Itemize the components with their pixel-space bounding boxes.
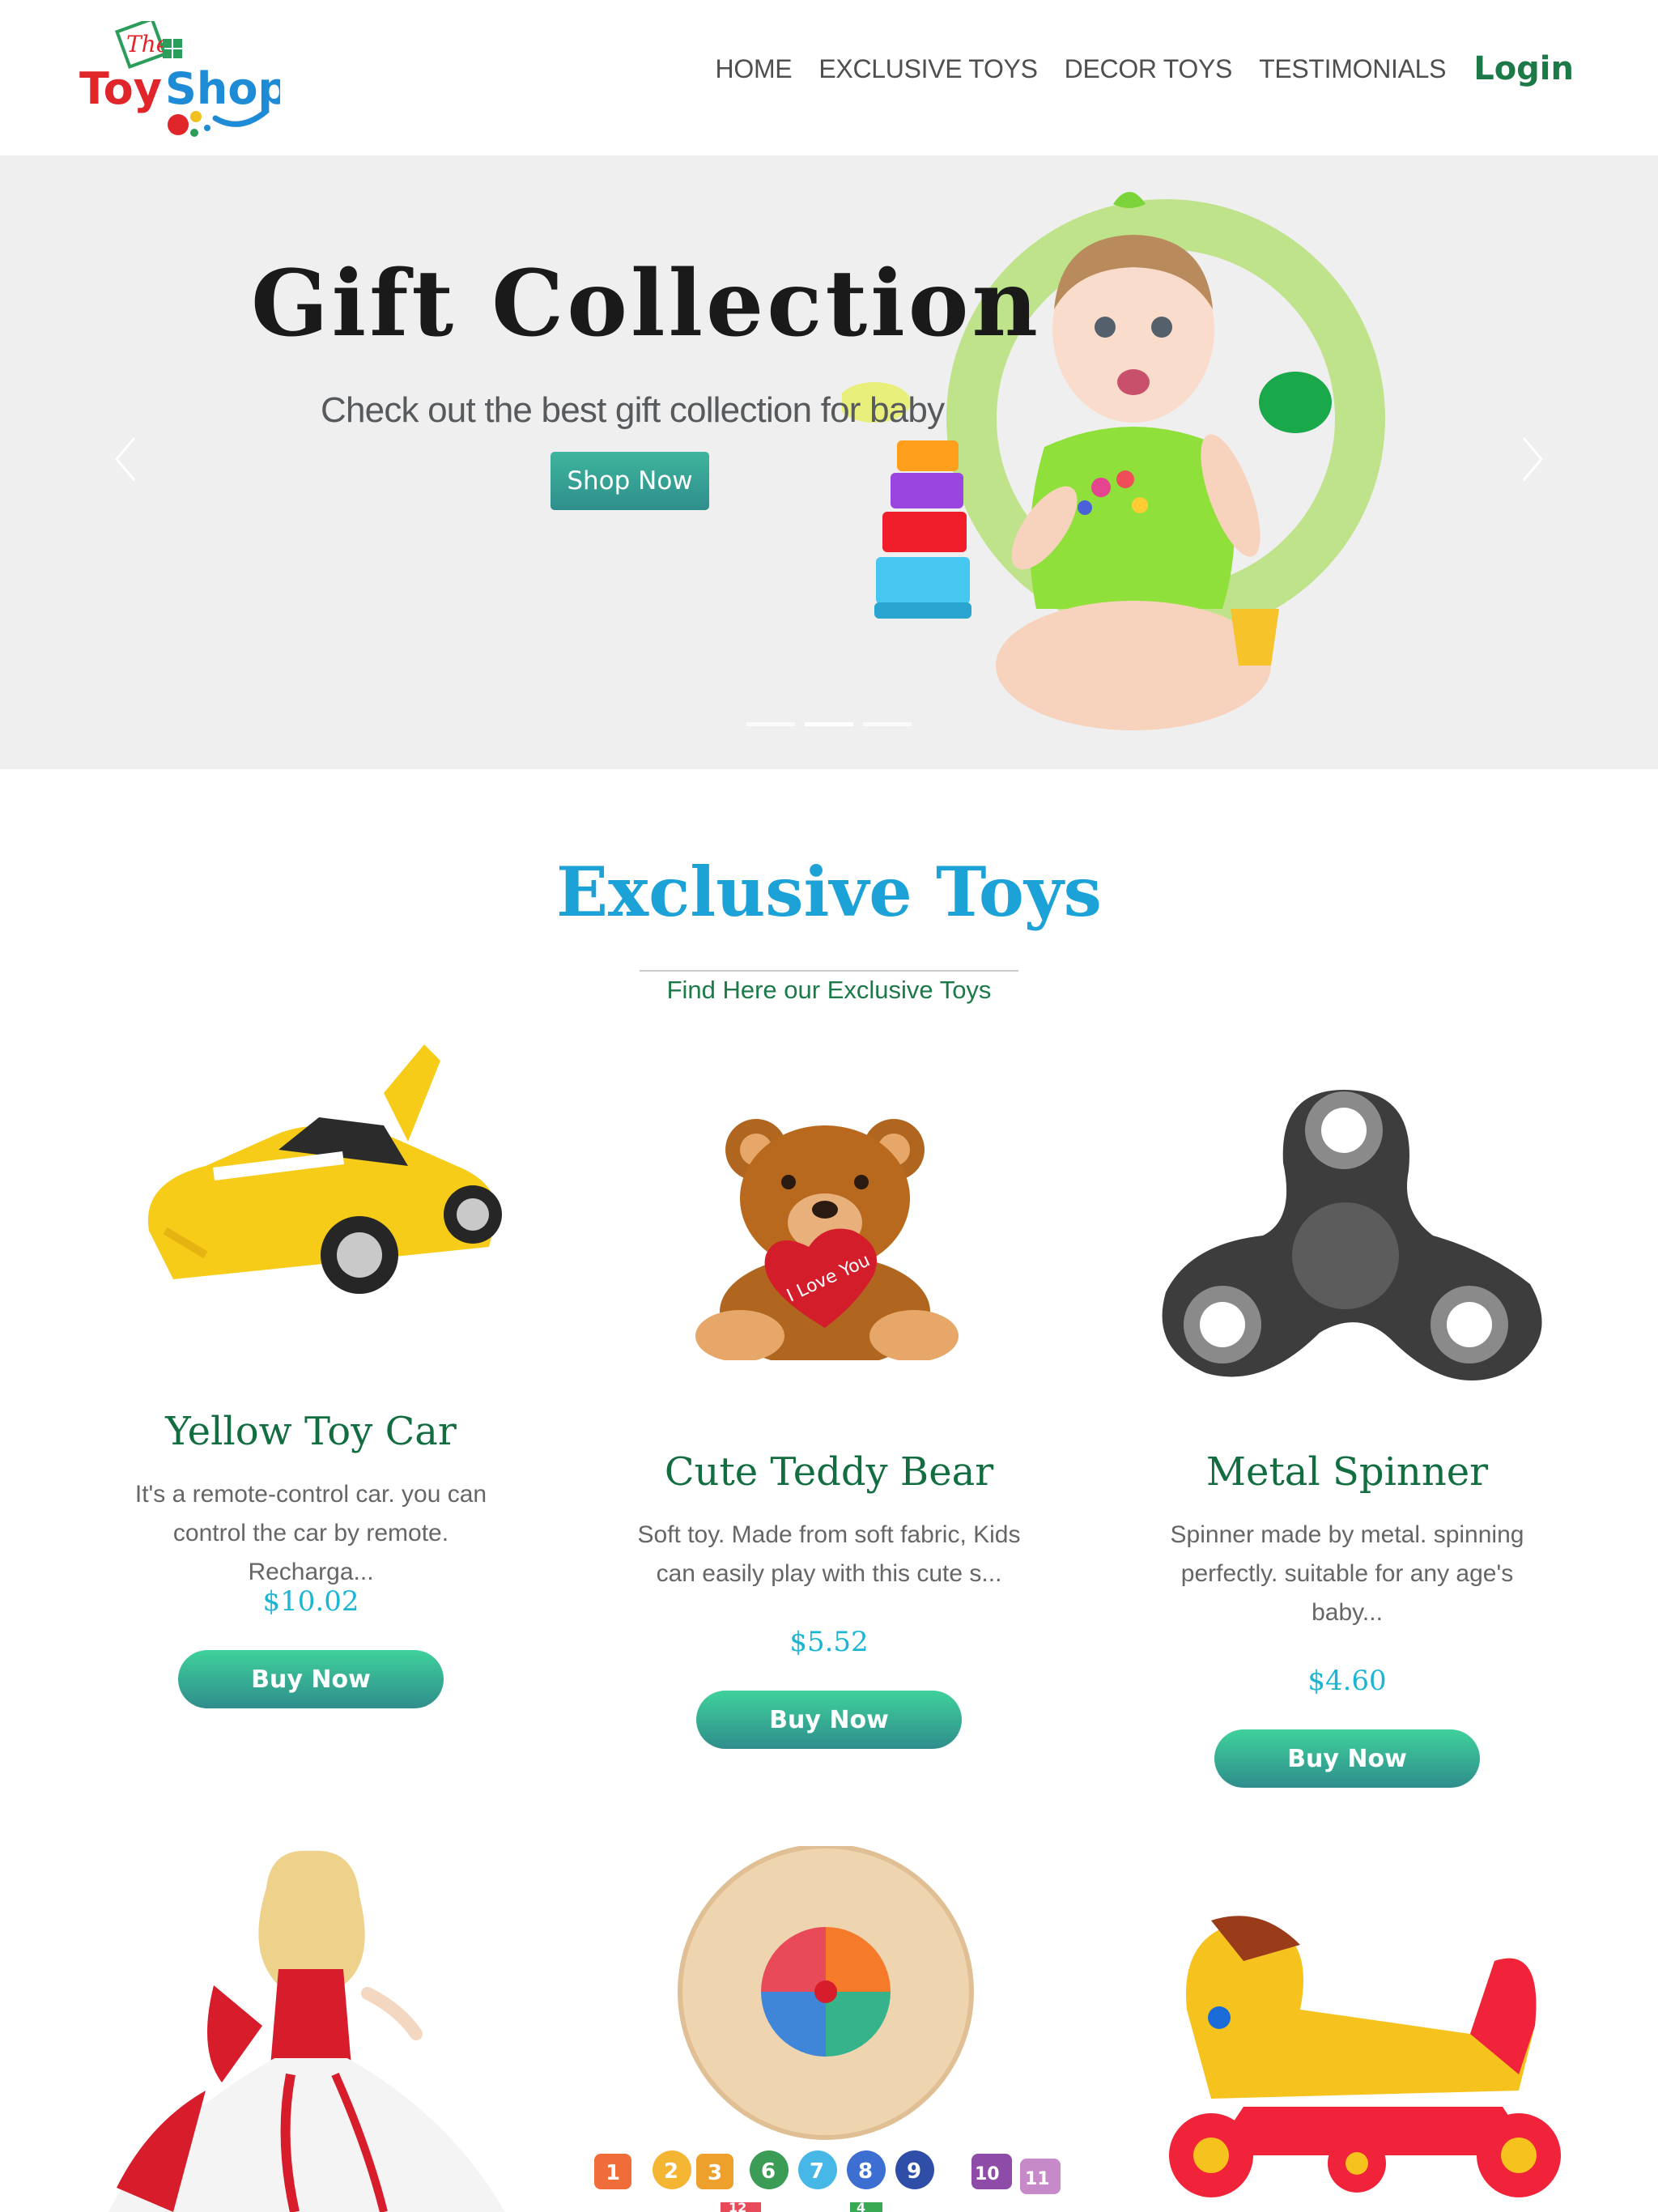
svg-text:1: 1: [606, 2161, 620, 2185]
carousel-indicators: [746, 722, 921, 726]
nav-decor-toys[interactable]: DECOR TOYS: [1065, 54, 1233, 84]
product-description-line: control the car by remote. Recharga...: [172, 1520, 449, 1585]
nav-testimonials[interactable]: TESTIMONIALS: [1259, 54, 1446, 84]
product-name[interactable]: Metal Spinner: [1088, 1449, 1606, 1495]
svg-text:3: 3: [708, 2161, 722, 2185]
product-description: Soft toy. Made from soft fabric, Kids ca…: [635, 1516, 1023, 1593]
hero-subtitle: Check out the best gift collection for b…: [321, 390, 945, 430]
section-title: Exclusive Toys: [556, 852, 1102, 932]
shape-clock-toy-image[interactable]: 1 2 3 4 6 7 8 9 10 11 12: [583, 1846, 1069, 2212]
product-price: $5.52: [789, 1626, 869, 1658]
logo-graphic: The Toy Shop: [79, 21, 280, 137]
product-description-line: Soft toy. Made from soft fabric, Kids: [637, 1521, 1021, 1548]
nav-home[interactable]: HOME: [716, 54, 793, 84]
metal-spinner-image[interactable]: [1141, 1074, 1554, 1397]
product-description-line: baby...: [1312, 1599, 1383, 1626]
svg-text:Toy: Toy: [79, 63, 162, 114]
svg-text:Shop: Shop: [165, 63, 280, 114]
product-description-line: perfectly. suitable for any age's: [1180, 1560, 1514, 1587]
shop-now-button[interactable]: Shop Now: [551, 452, 709, 510]
carousel-indicator-1[interactable]: [746, 722, 795, 726]
svg-text:11: 11: [1025, 2169, 1050, 2189]
product-description: It's a remote-control car. you can contr…: [117, 1475, 505, 1592]
section-divider: [640, 970, 1018, 972]
svg-text:8: 8: [858, 2159, 873, 2184]
svg-text:12: 12: [729, 2200, 746, 2212]
product-card: Metal Spinner Spinner made by metal. spi…: [1088, 1044, 1606, 1789]
product-price: $4.60: [1307, 1665, 1387, 1697]
product-description: Spinner made by metal. spinning perfectl…: [1153, 1516, 1541, 1632]
buy-now-button[interactable]: Buy Now: [178, 1650, 444, 1708]
section-subtitle: Find Here our Exclusive Toys: [666, 976, 992, 1004]
nav-exclusive-toys[interactable]: EXCLUSIVE TOYS: [818, 54, 1038, 84]
buy-now-button[interactable]: Buy Now: [696, 1691, 962, 1749]
login-link[interactable]: Login: [1473, 50, 1574, 87]
chevron-left-icon[interactable]: [113, 435, 138, 483]
svg-text:9: 9: [907, 2159, 921, 2184]
product-description-line: can easily play with this cute s...: [656, 1560, 1002, 1587]
doll-image[interactable]: [100, 1848, 529, 2212]
product-price: $10.02: [262, 1585, 359, 1618]
carousel-indicator-2[interactable]: [805, 722, 853, 726]
product-description-line: Spinner made by metal. spinning: [1170, 1521, 1524, 1548]
chevron-right-icon[interactable]: [1520, 435, 1545, 483]
svg-text:7: 7: [810, 2159, 824, 2184]
hero-carousel: Gift Collection Check out the best gift …: [0, 155, 1658, 769]
product-card: Yellow Toy Car It's a remote-control car…: [52, 1044, 570, 1716]
teddy-bear-image[interactable]: I Love You: [691, 1109, 967, 1360]
product-card: I Love You Cute Teddy Bear Soft toy. Mad…: [570, 1044, 1088, 1757]
svg-text:4: 4: [857, 2200, 865, 2212]
logo[interactable]: The Toy Shop: [78, 21, 280, 139]
svg-text:6: 6: [761, 2159, 776, 2184]
product-name[interactable]: Yellow Toy Car: [52, 1409, 570, 1454]
rocking-horse-image[interactable]: [1114, 1912, 1592, 2204]
svg-text:10: 10: [975, 2164, 1000, 2184]
buy-now-button[interactable]: Buy Now: [1214, 1729, 1480, 1788]
main-nav: HOME EXCLUSIVE TOYS DECOR TOYS TESTIMONI…: [689, 50, 1574, 87]
svg-text:2: 2: [664, 2159, 678, 2184]
hero-title: Gift Collection: [251, 251, 1041, 357]
site-header: The Toy Shop HOME EXCLUSIVE TOYS DECOR T…: [0, 0, 1658, 155]
toy-car-image[interactable]: [117, 1044, 521, 1320]
product-description-line: It's a remote-control car. you can: [134, 1481, 487, 1508]
product-name[interactable]: Cute Teddy Bear: [570, 1449, 1088, 1495]
carousel-indicator-3[interactable]: [863, 722, 912, 726]
